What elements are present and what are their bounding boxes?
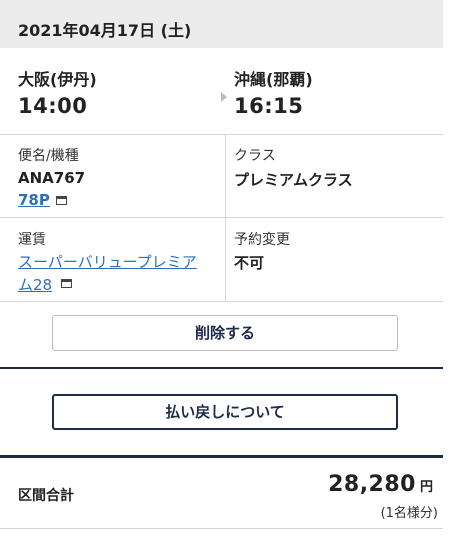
segment-total-amount: 28,280 円	[328, 472, 433, 497]
flight-number: ANA767	[18, 169, 86, 187]
date-header: 2021年04月17日 (土)	[0, 0, 443, 48]
flight-date: 2021年04月17日 (土)	[18, 21, 192, 40]
fare-label: 運賃	[18, 232, 46, 248]
departure-city: 大阪(伊丹)	[18, 70, 97, 89]
aircraft-link[interactable]: 78P	[18, 191, 50, 209]
refund-button-label[interactable]: 払い戻しについて	[165, 403, 285, 421]
divider	[0, 134, 443, 135]
divider	[0, 301, 443, 302]
departure-time: 14:00	[18, 94, 88, 118]
section-divider	[0, 367, 443, 369]
fare-name-link-cont[interactable]: ム28	[18, 274, 52, 295]
currency-unit: 円	[419, 480, 433, 495]
page-edge	[443, 0, 450, 540]
column-divider	[225, 134, 226, 217]
arrival-city: 沖縄(那覇)	[234, 70, 313, 89]
section-divider	[0, 455, 443, 458]
flight-number-label: 便名/機種	[18, 148, 79, 164]
route-arrow-icon	[221, 92, 227, 102]
fare-name-line2[interactable]: ム28	[18, 276, 52, 294]
aircraft-code[interactable]: 78P	[18, 191, 50, 209]
class-value: プレミアムクラス	[234, 171, 353, 189]
delete-button[interactable]: 削除する	[52, 315, 398, 351]
delete-button-label[interactable]: 削除する	[195, 324, 255, 342]
per-person-note: (1名様分)	[380, 506, 438, 521]
external-window-icon	[56, 196, 67, 205]
change-label: 予約変更	[234, 232, 290, 248]
total-price: 28,280	[328, 472, 416, 497]
divider	[0, 217, 443, 218]
refund-info-button[interactable]: 払い戻しについて	[52, 394, 398, 430]
fare-name-line1[interactable]: スーパーバリュープレミア	[18, 253, 197, 271]
column-divider	[225, 217, 226, 301]
change-value: 不可	[234, 254, 265, 272]
divider	[0, 528, 443, 529]
arrival-time: 16:15	[234, 94, 304, 118]
external-window-icon	[61, 279, 72, 288]
segment-total-label: 区間合計	[18, 488, 74, 504]
class-label: クラス	[234, 148, 276, 164]
fare-name-link[interactable]: スーパーバリュープレミア	[18, 251, 197, 272]
